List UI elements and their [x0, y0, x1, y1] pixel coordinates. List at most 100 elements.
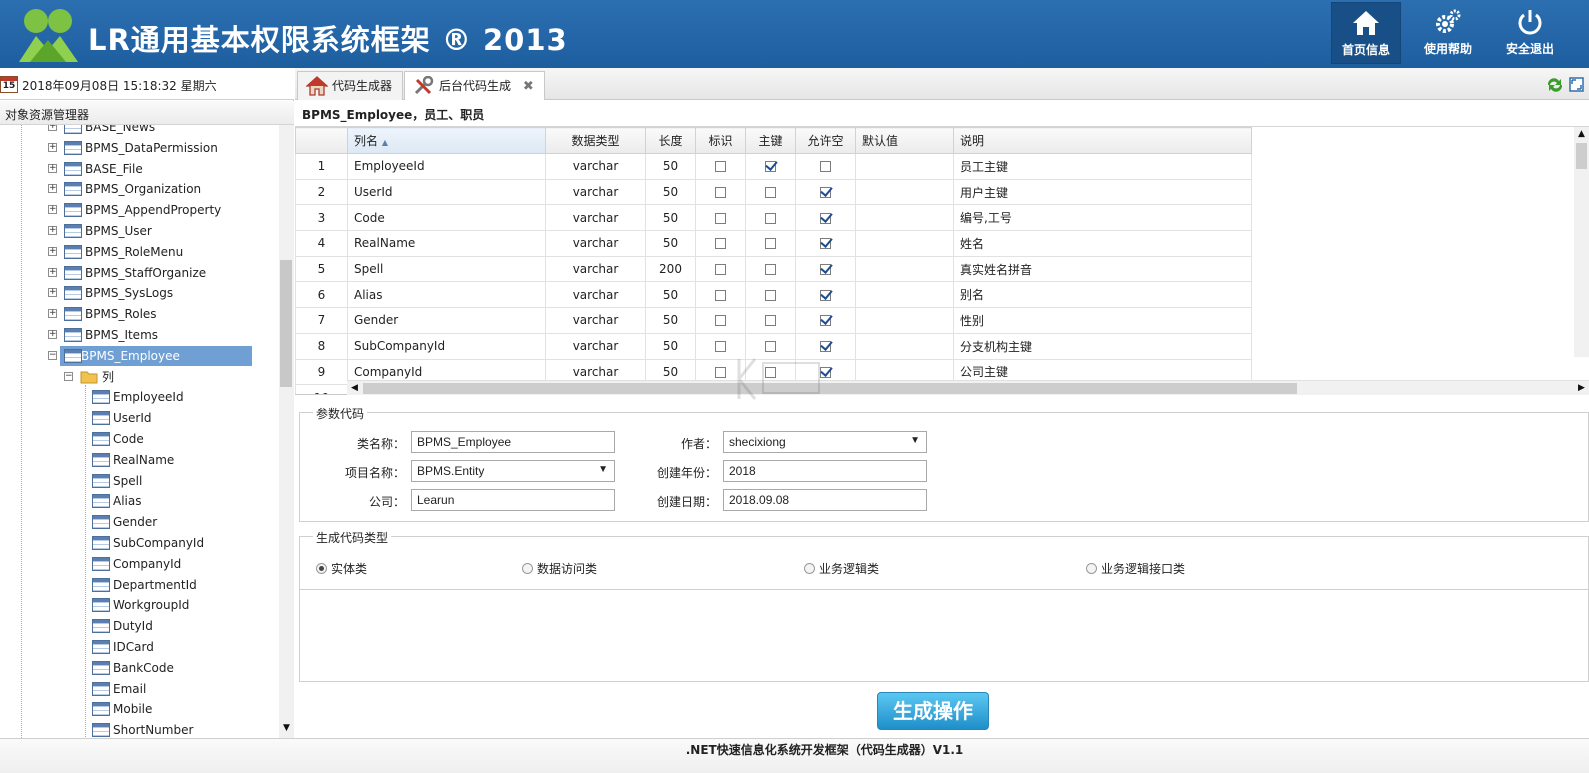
- tree-node-table[interactable]: − BPMS_Employee: [48, 345, 278, 366]
- tree-scroll-thumb[interactable]: [280, 260, 292, 387]
- grid-horizontal-scrollbar[interactable]: ◀ ▶: [347, 380, 1589, 395]
- identity-checkbox[interactable]: [715, 212, 726, 224]
- expand-icon[interactable]: +: [48, 142, 57, 152]
- primary-key-checkbox[interactable]: [765, 289, 776, 301]
- column-icon: [92, 619, 110, 634]
- nullable-checkbox[interactable]: [820, 161, 831, 173]
- identity-checkbox[interactable]: [715, 238, 726, 250]
- identity-header[interactable]: 标识: [695, 127, 746, 154]
- identity-checkbox[interactable]: [715, 161, 726, 173]
- tree-node-table[interactable]: + BPMS_Roles: [48, 304, 278, 324]
- tab-code-generator[interactable]: 代码生成器: [297, 71, 404, 100]
- refresh-icon[interactable]: [1547, 78, 1563, 92]
- expand-icon[interactable]: +: [48, 309, 57, 319]
- table-row[interactable]: 3 Code varchar 50 编号,工号: [295, 204, 1252, 232]
- table-row[interactable]: 6 Alias varchar 50 别名: [295, 281, 1252, 309]
- tab-backend-code-gen[interactable]: 后台代码生成 ✖: [404, 71, 545, 101]
- nullable-checkbox[interactable]: [820, 341, 831, 353]
- primary-key-header[interactable]: 主键: [745, 127, 796, 154]
- tree-node-table[interactable]: + BPMS_AppendProperty: [48, 200, 278, 220]
- nullable-checkbox[interactable]: [820, 238, 831, 250]
- primary-key-checkbox[interactable]: [765, 187, 776, 199]
- table-row[interactable]: 4 RealName varchar 50 姓名: [295, 230, 1252, 257]
- radio-business-logic[interactable]: 业务逻辑类: [804, 560, 879, 577]
- help-button[interactable]: 使用帮助: [1413, 2, 1483, 64]
- home-button[interactable]: 首页信息: [1331, 2, 1401, 64]
- expand-icon[interactable]: +: [48, 125, 57, 131]
- nullable-checkbox[interactable]: [820, 315, 831, 327]
- tree-node-table[interactable]: + BASE_News: [48, 125, 278, 137]
- class-name-input[interactable]: BPMS_Employee: [411, 431, 615, 453]
- identity-checkbox[interactable]: [715, 341, 726, 353]
- table-row[interactable]: 1 EmployeeId varchar 50 员工主键: [295, 153, 1252, 180]
- default-value-header[interactable]: 默认值: [855, 127, 954, 154]
- tree-node-table[interactable]: + BPMS_SysLogs: [48, 283, 278, 303]
- data-type-header[interactable]: 数据类型: [545, 127, 646, 154]
- scroll-left-icon[interactable]: ◀: [347, 381, 362, 396]
- table-row[interactable]: 5 Spell varchar 200 真实姓名拼音: [295, 255, 1252, 283]
- project-name-select[interactable]: BPMS.Entity ▼: [411, 460, 615, 482]
- primary-key-checkbox[interactable]: [765, 315, 776, 327]
- identity-checkbox[interactable]: [715, 289, 726, 301]
- grid-hscroll-thumb[interactable]: [363, 383, 1297, 394]
- nullable-checkbox[interactable]: [820, 264, 831, 276]
- radio-business-interface[interactable]: 业务逻辑接口类: [1086, 560, 1185, 577]
- column-name-cell: Spell: [347, 255, 546, 283]
- radio-entity[interactable]: 实体类: [316, 560, 367, 577]
- close-tab-icon[interactable]: ✖: [523, 79, 534, 94]
- nullable-checkbox[interactable]: [820, 187, 831, 199]
- tree-node-table[interactable]: + BASE_File: [48, 159, 278, 179]
- expand-icon[interactable]: +: [48, 330, 57, 339]
- tree-node-table[interactable]: + BPMS_StaffOrganize: [48, 263, 278, 283]
- collapse-icon[interactable]: −: [48, 350, 57, 360]
- tree-node-label: Code: [113, 432, 144, 446]
- description-header[interactable]: 说明: [953, 127, 1252, 154]
- tree-node-table[interactable]: + BPMS_DataPermission: [48, 138, 278, 158]
- create-date-input[interactable]: 2018.09.08: [723, 489, 927, 511]
- object-tree: + BASE_News + BPMS_DataPermission + BASE_File…: [0, 125, 279, 738]
- collapse-icon[interactable]: −: [64, 371, 73, 381]
- tree-node-label: ShortNumber: [113, 723, 194, 738]
- grid-vertical-scrollbar[interactable]: ▲: [1574, 127, 1589, 357]
- radio-data-access[interactable]: 数据访问类: [522, 560, 597, 577]
- nullable-checkbox[interactable]: [820, 212, 831, 224]
- generate-button[interactable]: 生成操作: [877, 692, 989, 730]
- expand-icon[interactable]: +: [48, 288, 57, 298]
- tree-node-table[interactable]: + BPMS_Organization: [48, 179, 278, 199]
- primary-key-checkbox[interactable]: [765, 238, 776, 250]
- identity-checkbox[interactable]: [715, 187, 726, 199]
- expand-icon[interactable]: +: [48, 205, 57, 215]
- expand-icon[interactable]: +: [48, 246, 57, 256]
- tree-node-table[interactable]: + BPMS_Items: [48, 325, 278, 345]
- author-select[interactable]: shecixiong ▼: [723, 431, 927, 453]
- company-input[interactable]: Learun: [411, 489, 615, 511]
- nullable-header[interactable]: 允许空: [795, 127, 856, 154]
- length-header[interactable]: 长度: [645, 127, 696, 154]
- tree-node-label: Alias: [113, 494, 142, 509]
- column-name-header[interactable]: 列名 ▲: [347, 127, 546, 154]
- tree-node-table[interactable]: + BPMS_RoleMenu: [48, 242, 278, 262]
- expand-icon[interactable]: +: [48, 163, 57, 173]
- expand-icon[interactable]: +: [48, 226, 57, 235]
- expand-icon[interactable]: +: [48, 184, 57, 194]
- logout-button[interactable]: 安全退出: [1495, 2, 1565, 64]
- tree-node-table[interactable]: + BPMS_User: [48, 221, 278, 241]
- expand-icon[interactable]: +: [48, 267, 57, 277]
- nullable-checkbox[interactable]: [820, 289, 831, 301]
- table-row[interactable]: 7 Gender varchar 50 性别: [295, 307, 1252, 334]
- grid-vscroll-thumb[interactable]: [1576, 143, 1587, 169]
- identity-checkbox[interactable]: [715, 366, 726, 378]
- table-row[interactable]: 2 UserId varchar 50 用户主键: [295, 178, 1252, 206]
- scroll-down-icon[interactable]: ▼: [279, 721, 294, 736]
- primary-key-checkbox[interactable]: [765, 161, 776, 173]
- scroll-up-icon[interactable]: ▲: [1574, 127, 1589, 142]
- fullscreen-icon[interactable]: [1569, 77, 1584, 92]
- primary-key-checkbox[interactable]: [765, 212, 776, 224]
- primary-key-checkbox[interactable]: [765, 341, 776, 353]
- primary-key-checkbox[interactable]: [765, 264, 776, 276]
- create-year-input[interactable]: 2018: [723, 460, 927, 482]
- scroll-right-icon[interactable]: ▶: [1574, 381, 1589, 396]
- identity-checkbox[interactable]: [715, 264, 726, 276]
- tree-scrollbar[interactable]: ▼: [279, 125, 294, 738]
- identity-checkbox[interactable]: [715, 315, 726, 327]
